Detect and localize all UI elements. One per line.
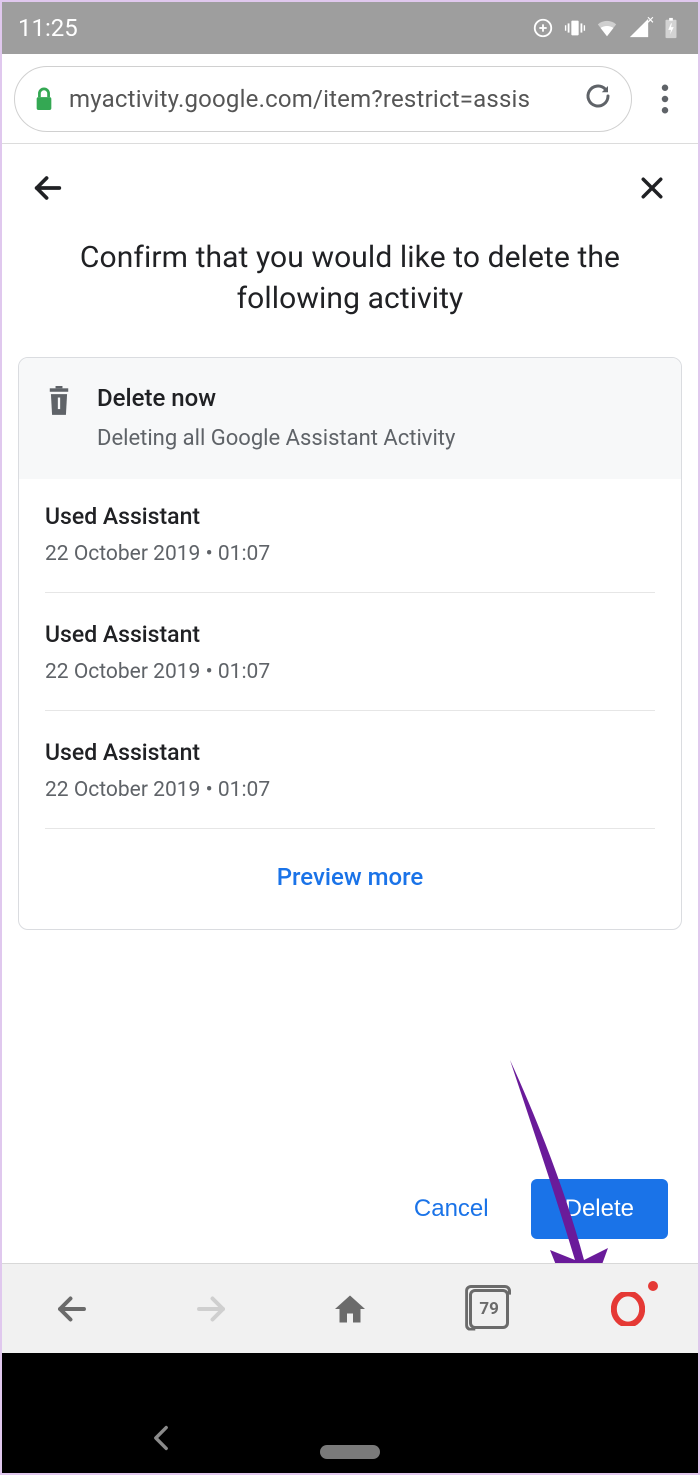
opera-menu-button[interactable] bbox=[600, 1281, 656, 1337]
url-text: myactivity.google.com/item?restrict=assi… bbox=[69, 85, 569, 113]
dialog-actions: Cancel Delete bbox=[406, 1179, 668, 1239]
browser-address-bar: myactivity.google.com/item?restrict=assi… bbox=[2, 54, 698, 144]
nav-tabs-button[interactable]: 79 bbox=[461, 1281, 517, 1337]
browser-menu-button[interactable] bbox=[644, 78, 686, 120]
entry-title: Used Assistant bbox=[45, 621, 655, 648]
sysnav-home-pill[interactable] bbox=[320, 1445, 380, 1459]
activity-entry: Used Assistant 22 October 2019 • 01:07 bbox=[19, 597, 681, 706]
reload-icon[interactable] bbox=[583, 81, 613, 117]
delete-button[interactable]: Delete bbox=[531, 1179, 668, 1239]
activity-entry: Used Assistant 22 October 2019 • 01:07 bbox=[19, 479, 681, 588]
signal-icon: × bbox=[628, 17, 650, 39]
delete-card: Delete now Deleting all Google Assistant… bbox=[18, 357, 682, 930]
status-time: 11:25 bbox=[18, 14, 78, 42]
status-icons: × bbox=[532, 17, 682, 39]
omnibox[interactable]: myactivity.google.com/item?restrict=assi… bbox=[14, 66, 632, 132]
nav-home-button[interactable] bbox=[322, 1281, 378, 1337]
lock-icon bbox=[33, 86, 55, 112]
activity-entry: Used Assistant 22 October 2019 • 01:07 bbox=[19, 715, 681, 824]
back-button[interactable] bbox=[26, 166, 70, 210]
trash-icon bbox=[45, 384, 73, 451]
page-title: Confirm that you would like to delete th… bbox=[2, 210, 698, 357]
sysnav-back-icon[interactable] bbox=[152, 1425, 170, 1455]
nav-back-button[interactable] bbox=[44, 1281, 100, 1337]
entry-title: Used Assistant bbox=[45, 739, 655, 766]
preview-more-link[interactable]: Preview more bbox=[19, 833, 681, 929]
card-header-title: Delete now bbox=[97, 384, 455, 412]
android-statusbar: 11:25 × bbox=[2, 2, 698, 54]
data-saver-icon bbox=[532, 17, 554, 39]
wifi-icon bbox=[596, 17, 618, 39]
card-header-sub: Deleting all Google Assistant Activity bbox=[97, 426, 455, 451]
entry-title: Used Assistant bbox=[45, 503, 655, 530]
opera-bottom-nav: 79 bbox=[2, 1263, 698, 1353]
vibrate-icon bbox=[564, 17, 586, 39]
divider bbox=[45, 592, 655, 593]
cancel-button[interactable]: Cancel bbox=[406, 1181, 497, 1237]
divider bbox=[45, 828, 655, 829]
nav-forward-button[interactable] bbox=[183, 1281, 239, 1337]
tab-count: 79 bbox=[469, 1289, 509, 1329]
entry-sub: 22 October 2019 • 01:07 bbox=[45, 778, 655, 802]
battery-icon bbox=[660, 17, 682, 39]
entry-sub: 22 October 2019 • 01:07 bbox=[45, 660, 655, 684]
page-content: Confirm that you would like to delete th… bbox=[2, 144, 698, 1263]
notification-dot-icon bbox=[648, 1281, 658, 1291]
divider bbox=[45, 710, 655, 711]
close-button[interactable] bbox=[630, 166, 674, 210]
card-header: Delete now Deleting all Google Assistant… bbox=[19, 358, 681, 479]
android-system-nav bbox=[2, 1353, 698, 1473]
entry-sub: 22 October 2019 • 01:07 bbox=[45, 542, 655, 566]
